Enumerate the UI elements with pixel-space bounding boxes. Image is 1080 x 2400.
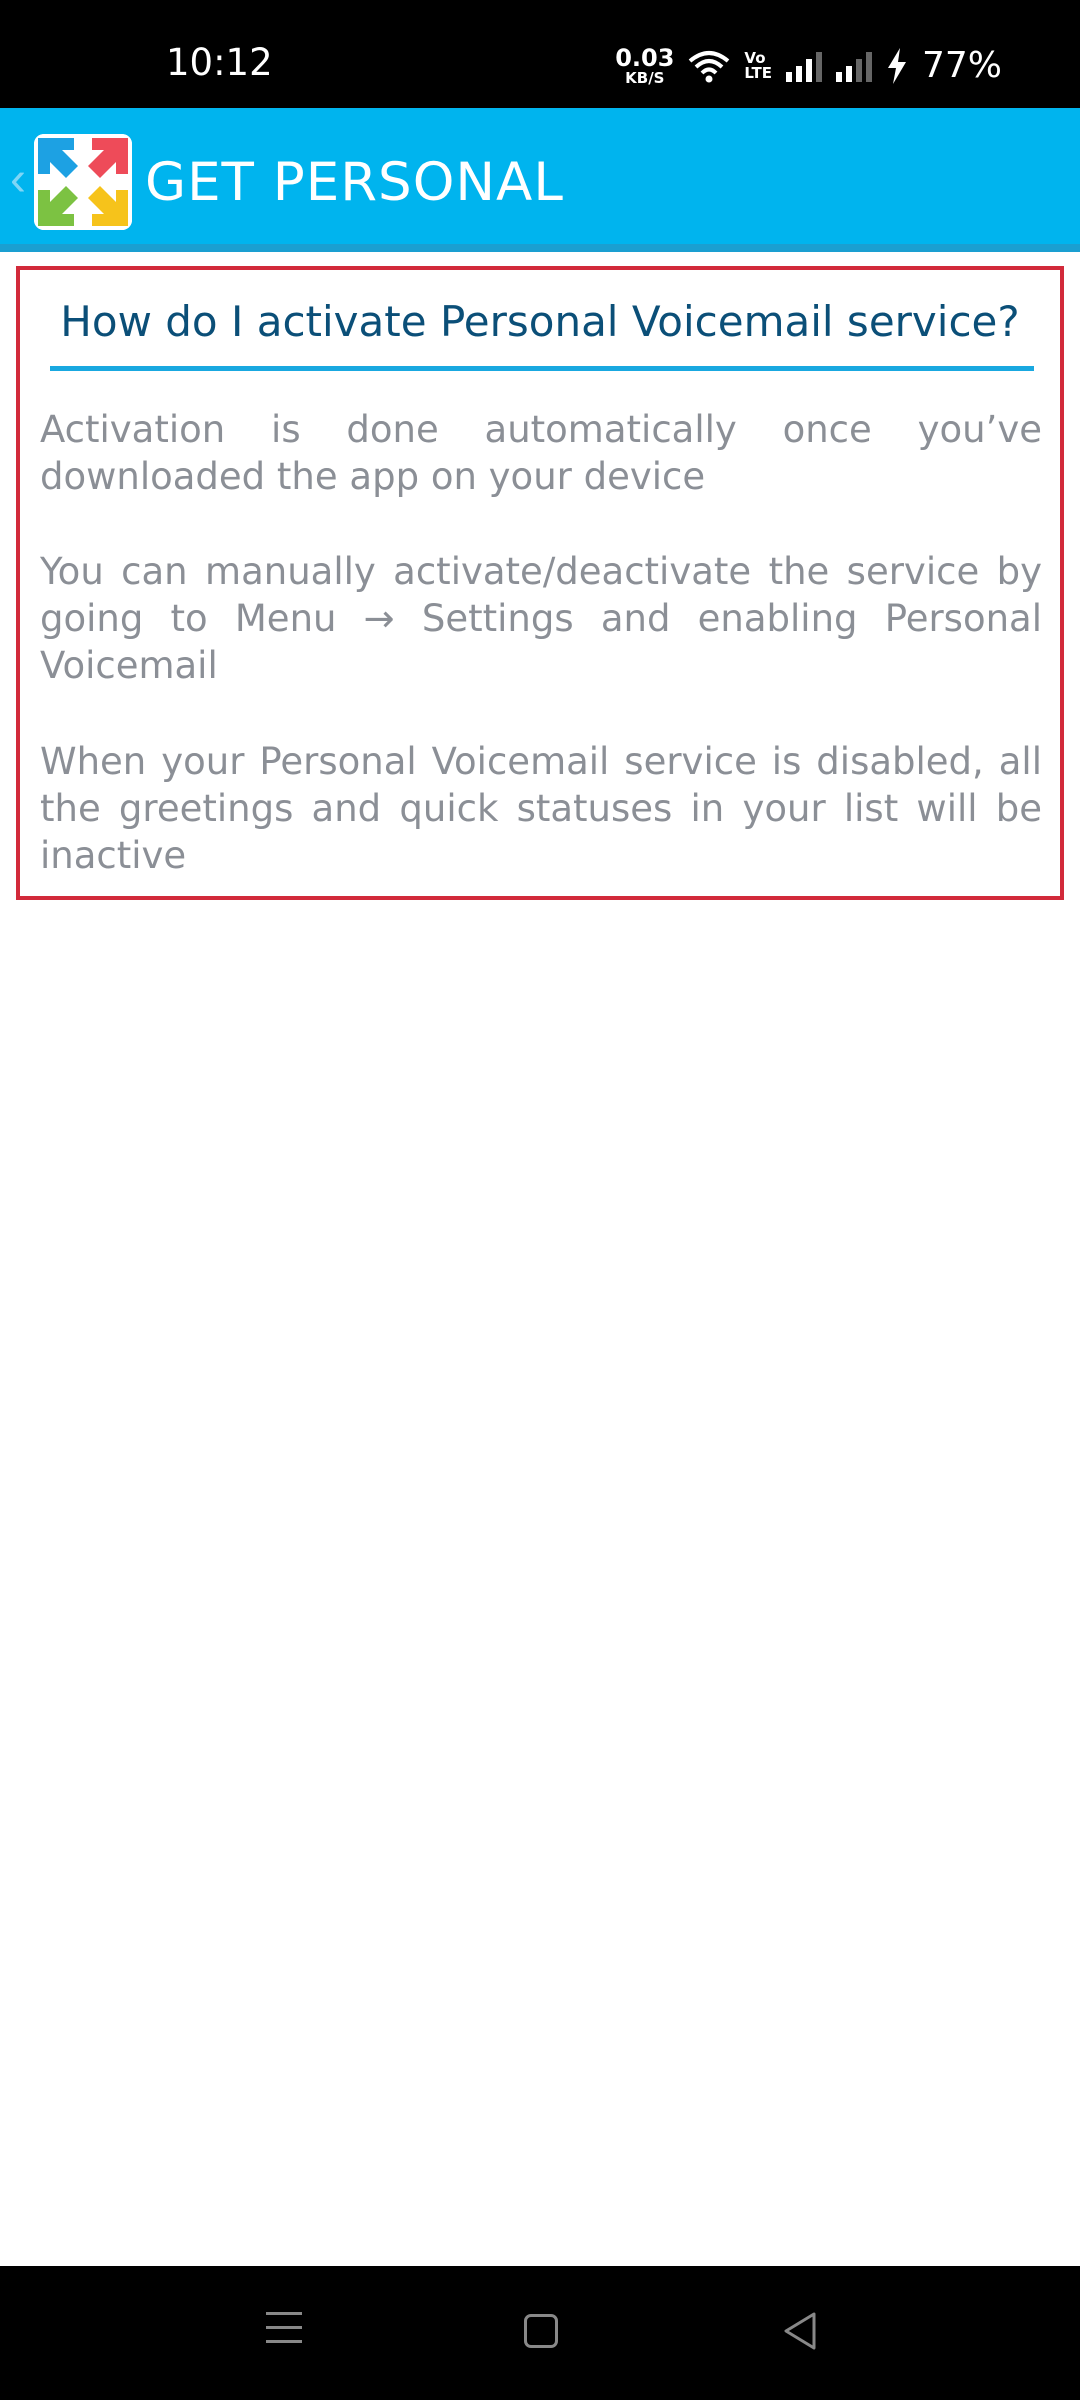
faq-question: How do I activate Personal Voicemail ser… <box>60 297 1020 346</box>
faq-answer-paragraph: You can manually activate/deactivate the… <box>40 550 1042 687</box>
home-icon[interactable] <box>524 2314 558 2348</box>
network-speed-unit: KB/S <box>625 69 665 87</box>
back-icon[interactable] <box>780 2310 820 2352</box>
status-icons: 0.03 KB/S Vo LTE 77% <box>615 44 1002 88</box>
app-logo[interactable] <box>34 134 132 230</box>
volte-line2: LTE <box>744 64 772 82</box>
back-button[interactable]: ‹ <box>10 150 36 210</box>
faq-answer-paragraph: When your Personal Voicemail service is … <box>40 740 1042 877</box>
signal-icon <box>785 50 822 82</box>
question-divider <box>50 366 1034 371</box>
logo-icon <box>34 134 132 230</box>
app-bar-divider <box>0 244 1080 252</box>
network-speed: 0.03 KB/S <box>615 46 674 86</box>
status-time: 10:12 <box>166 41 273 84</box>
app-title: GET PERSONAL <box>145 152 564 213</box>
network-speed-value: 0.03 <box>615 44 675 72</box>
signal-icon <box>835 50 872 82</box>
faq-answer-paragraph: Activation is done automatically once yo… <box>40 408 1042 498</box>
menu-icon[interactable] <box>266 2312 302 2348</box>
battery-level: 77% <box>921 45 1002 86</box>
volte-indicator: Vo LTE <box>744 51 772 81</box>
charging-icon <box>887 48 906 84</box>
status-bar: 10:12 0.03 KB/S Vo LTE 77% <box>0 0 1080 108</box>
wifi-icon <box>689 51 730 83</box>
faq-card: How do I activate Personal Voicemail ser… <box>16 266 1064 900</box>
